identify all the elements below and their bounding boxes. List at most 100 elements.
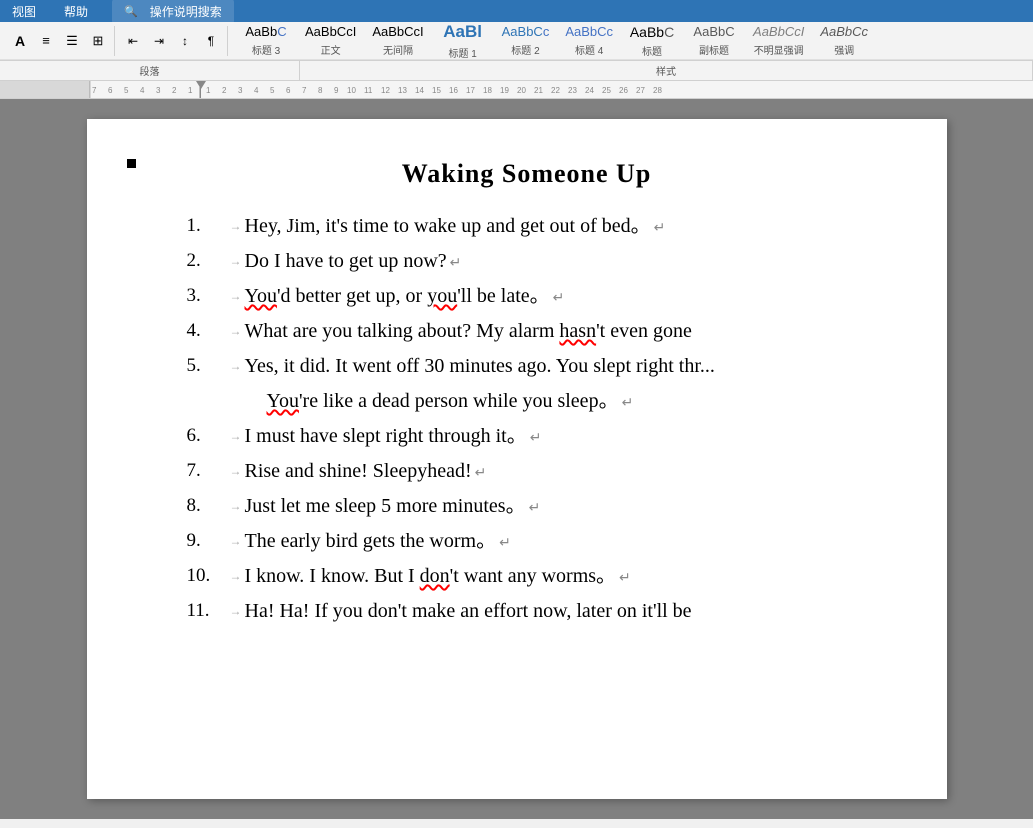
menu-view[interactable]: 视图 xyxy=(8,1,40,22)
svg-text:4: 4 xyxy=(254,86,259,95)
style-preview-budmxianqiang: AaBbCcI xyxy=(753,24,804,41)
list-item: 2. → Do I have to get up now?↵ xyxy=(187,244,867,279)
style-preview-4: AaBbCc xyxy=(565,24,613,41)
svg-text:11: 11 xyxy=(364,86,373,95)
toolbar-row-1: A ≡ ☰ ⊞ ⇤ ⇥ ↕ ¶ AaBbC 标题 3 AaBbCcI 正文 Aa… xyxy=(0,22,1033,60)
item-num-4: 4. xyxy=(187,314,227,349)
svg-text:2: 2 xyxy=(222,86,227,95)
item-arrow-3: → xyxy=(230,286,242,307)
sort-btn[interactable]: ↕ xyxy=(173,29,197,53)
svg-text:14: 14 xyxy=(415,86,424,95)
item-text-5a: Yes, it did. It went off 30 minutes ago.… xyxy=(245,349,867,384)
ribbon: A ≡ ☰ ⊞ ⇤ ⇥ ↕ ¶ AaBbC 标题 3 AaBbCcI 正文 Aa… xyxy=(0,22,1033,81)
style-item-1[interactable]: AaBl 标题 1 xyxy=(433,18,493,63)
item-num-11: 11. xyxy=(187,594,227,629)
style-label-zhengwen: 正文 xyxy=(321,42,341,57)
item-num-10: 10. xyxy=(187,559,227,594)
list-item: 8. → Just let me sleep 5 more minutes。↵ xyxy=(187,489,867,524)
svg-text:1: 1 xyxy=(188,86,193,95)
svg-text:18: 18 xyxy=(483,86,492,95)
search-box[interactable]: 🔍 操作说明搜索 xyxy=(112,0,234,24)
svg-text:3: 3 xyxy=(156,86,161,95)
svg-text:8: 8 xyxy=(318,86,323,95)
ruler-svg: 7 6 5 4 3 2 1 1 2 3 4 5 6 7 8 9 10 11 12… xyxy=(90,81,990,99)
style-label-fubiaoti: 副标题 xyxy=(699,42,729,57)
svg-text:12: 12 xyxy=(381,86,390,95)
style-preview-zhengwen: AaBbCcI xyxy=(305,24,356,41)
para-mark-btn[interactable]: ¶ xyxy=(199,29,223,53)
toolbar-group-font: A ≡ ☰ ⊞ xyxy=(4,26,115,56)
svg-text:6: 6 xyxy=(286,86,291,95)
svg-text:27: 27 xyxy=(636,86,645,95)
svg-text:20: 20 xyxy=(517,86,526,95)
svg-text:13: 13 xyxy=(398,86,407,95)
list-item: 11. → Ha! Ha! If you don't make an effor… xyxy=(187,594,867,629)
style-label-3: 标题 3 xyxy=(252,42,280,57)
item-num-6: 6. xyxy=(187,419,227,454)
style-label-1: 标题 1 xyxy=(448,45,476,60)
item-num-5: 5. xyxy=(187,349,227,384)
list-item: 3. → You'd better get up, or you'll be l… xyxy=(187,279,867,314)
item-text-3: You'd better get up, or you'll be late。↵ xyxy=(245,279,867,314)
style-item-3[interactable]: AaBbC 标题 3 xyxy=(236,21,296,61)
list-item: 9. → The early bird gets the worm。↵ xyxy=(187,524,867,559)
item-arrow-10: → xyxy=(230,566,242,587)
style-item-wujiangebiao[interactable]: AaBbCcI 无间隔 xyxy=(365,21,430,61)
svg-text:19: 19 xyxy=(500,86,509,95)
item-text-4: What are you talking about? My alarm has… xyxy=(245,314,867,349)
decrease-indent[interactable]: ⇤ xyxy=(121,29,145,53)
svg-text:3: 3 xyxy=(238,86,243,95)
item-text-2: Do I have to get up now?↵ xyxy=(245,244,867,279)
search-icon: 🔍 xyxy=(120,3,142,20)
style-preview-1: AaBl xyxy=(443,21,482,43)
style-item-qiangdiao[interactable]: AaBbCc 强调 xyxy=(813,21,875,61)
svg-text:7: 7 xyxy=(302,86,307,95)
style-item-zhengwen[interactable]: AaBbCcI 正文 xyxy=(298,21,363,61)
doc-area: Waking Someone Up 1. → Hey, Jim, it's ti… xyxy=(0,99,1033,819)
svg-text:26: 26 xyxy=(619,86,628,95)
item-text-11: Ha! Ha! If you don't make an effort now,… xyxy=(245,594,867,629)
style-label-biaoti: 标题 xyxy=(642,43,662,58)
style-item-biaoti[interactable]: AaBbC 标题 xyxy=(622,20,682,61)
svg-text:16: 16 xyxy=(449,86,458,95)
ribbon-sections: 段落 样式 xyxy=(0,60,1033,80)
font-icon[interactable]: A xyxy=(8,29,32,53)
style-label-budmxianqiang: 不明显强调 xyxy=(754,42,804,57)
item-arrow-1: → xyxy=(230,216,242,237)
style-preview-qiangdiao: AaBbCc xyxy=(820,24,868,41)
item-arrow-11: → xyxy=(230,601,242,622)
list-btn-1[interactable]: ≡ xyxy=(34,29,58,53)
style-preview-wujiangebiao: AaBbCcI xyxy=(372,24,423,41)
style-item-budmxianqiang[interactable]: AaBbCcI 不明显强调 xyxy=(746,21,811,61)
item-num-9: 9. xyxy=(187,524,227,559)
item-text-10: I know. I know. But I don't want any wor… xyxy=(245,559,867,594)
style-item-fubiaoti[interactable]: AaBbC 副标题 xyxy=(684,21,744,61)
style-preview-2a: AaBbCc xyxy=(502,24,550,41)
doc-title: Waking Someone Up xyxy=(187,159,867,189)
style-preview-biaoti: AaBbC xyxy=(630,23,674,41)
increase-indent[interactable]: ⇥ xyxy=(147,29,171,53)
item-num-7: 7. xyxy=(187,454,227,489)
style-label-qiangdiao: 强调 xyxy=(834,42,854,57)
list-btn-2[interactable]: ☰ xyxy=(60,29,84,53)
svg-text:5: 5 xyxy=(124,86,129,95)
page: Waking Someone Up 1. → Hey, Jim, it's ti… xyxy=(87,119,947,799)
style-item-4[interactable]: AaBbCc 标题 4 xyxy=(558,21,620,61)
item-arrow-4: → xyxy=(230,321,242,342)
doc-list: 1. → Hey, Jim, it's time to wake up and … xyxy=(187,209,867,629)
svg-text:9: 9 xyxy=(334,86,339,95)
style-label-2a: 标题 2 xyxy=(511,42,539,57)
svg-text:2: 2 xyxy=(172,86,177,95)
svg-text:17: 17 xyxy=(466,86,475,95)
svg-text:5: 5 xyxy=(270,86,275,95)
menu-help[interactable]: 帮助 xyxy=(60,1,92,22)
list-btn-3[interactable]: ⊞ xyxy=(86,29,110,53)
svg-text:4: 4 xyxy=(140,86,145,95)
list-item: 10. → I know. I know. But I don't want a… xyxy=(187,559,867,594)
style-item-2a[interactable]: AaBbCc 标题 2 xyxy=(495,21,557,61)
svg-text:1: 1 xyxy=(206,86,211,95)
bullet-marker xyxy=(127,159,136,168)
item-num-3: 3. xyxy=(187,279,227,314)
ruler: 7 6 5 4 3 2 1 1 2 3 4 5 6 7 8 9 10 11 12… xyxy=(0,81,1033,99)
item-num-1: 1. xyxy=(187,209,227,244)
